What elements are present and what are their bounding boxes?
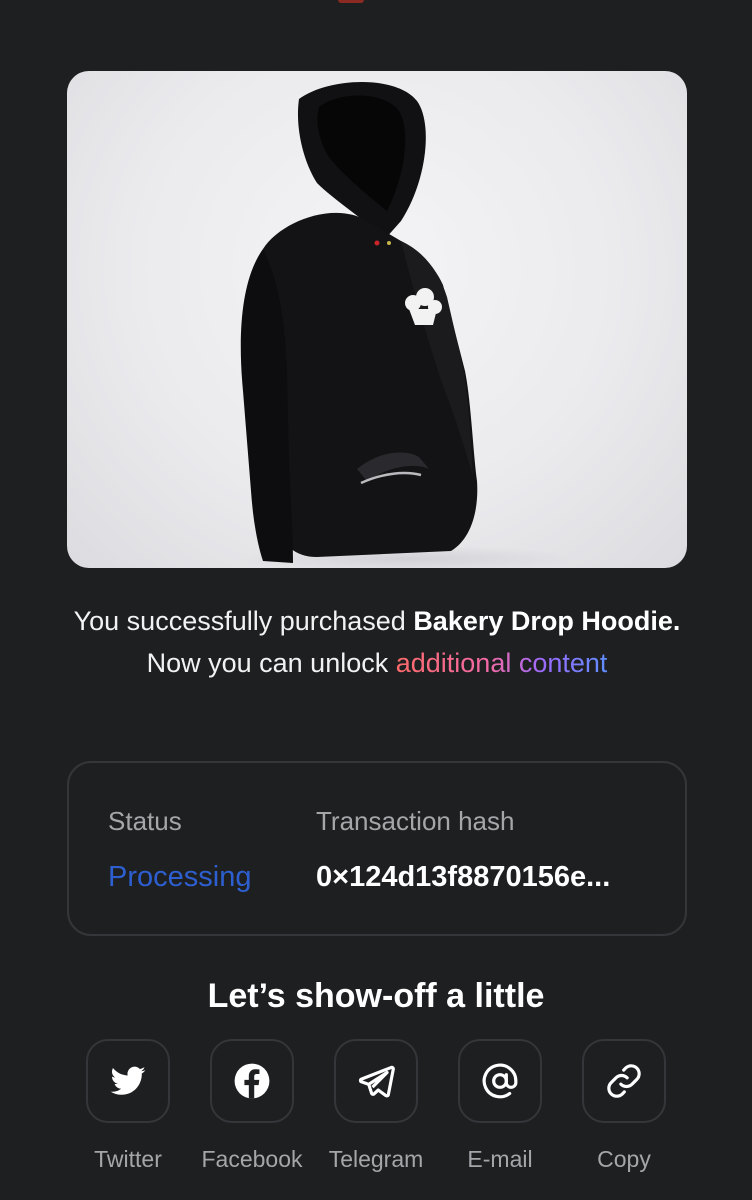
- additional-content-link[interactable]: additional content: [396, 648, 608, 678]
- telegram-label: Telegram: [328, 1146, 424, 1172]
- share-title: Let’s show-off a little: [207, 977, 545, 1015]
- telegram-share-button[interactable]: [334, 1039, 418, 1123]
- twitter-label: Twitter: [94, 1146, 162, 1172]
- transaction-hash-value[interactable]: 0×124d13f8870156e...: [316, 859, 610, 895]
- message-prefix: You successfully purchased: [73, 606, 414, 636]
- purchase-success-screen: You successfully purchased Bakery Drop H…: [0, 0, 752, 1200]
- facebook-share-button[interactable]: [210, 1039, 294, 1123]
- link-icon: [607, 1064, 641, 1098]
- hash-column: Transaction hash 0×124d13f8870156e...: [316, 805, 610, 895]
- share-buttons: Twitter Facebook Telegram E-mail Copy: [0, 1039, 752, 1179]
- transaction-hash-label: Transaction hash: [316, 806, 515, 836]
- email-label: E-mail: [467, 1146, 533, 1172]
- facebook-icon: [234, 1063, 270, 1099]
- share-item-telegram: Telegram: [314, 1039, 438, 1173]
- at-sign-icon: [482, 1063, 518, 1099]
- facebook-label: Facebook: [201, 1146, 303, 1172]
- status-column: Status Processing: [108, 805, 251, 895]
- share-item-email: E-mail: [438, 1039, 562, 1173]
- product-image: [67, 71, 687, 568]
- twitter-share-button[interactable]: [86, 1039, 170, 1123]
- telegram-icon: [358, 1065, 395, 1098]
- transaction-card: Status Processing Transaction hash 0×124…: [67, 761, 687, 936]
- share-item-copy: Copy: [562, 1039, 686, 1173]
- copy-link-button[interactable]: [582, 1039, 666, 1123]
- share-item-facebook: Facebook: [190, 1039, 314, 1173]
- email-share-button[interactable]: [458, 1039, 542, 1123]
- message-middle: Now you can unlock: [146, 648, 396, 678]
- purchase-message: You successfully purchased Bakery Drop H…: [60, 600, 694, 684]
- twitter-icon: [110, 1066, 146, 1095]
- product-name: Bakery Drop Hoodie.: [413, 606, 681, 636]
- copy-label: Copy: [597, 1146, 651, 1172]
- status-label: Status: [108, 806, 182, 836]
- share-item-twitter: Twitter: [66, 1039, 190, 1173]
- hoodie-illustration: [237, 82, 577, 568]
- top-accent-bar: [338, 0, 364, 3]
- status-value: Processing: [108, 861, 252, 893]
